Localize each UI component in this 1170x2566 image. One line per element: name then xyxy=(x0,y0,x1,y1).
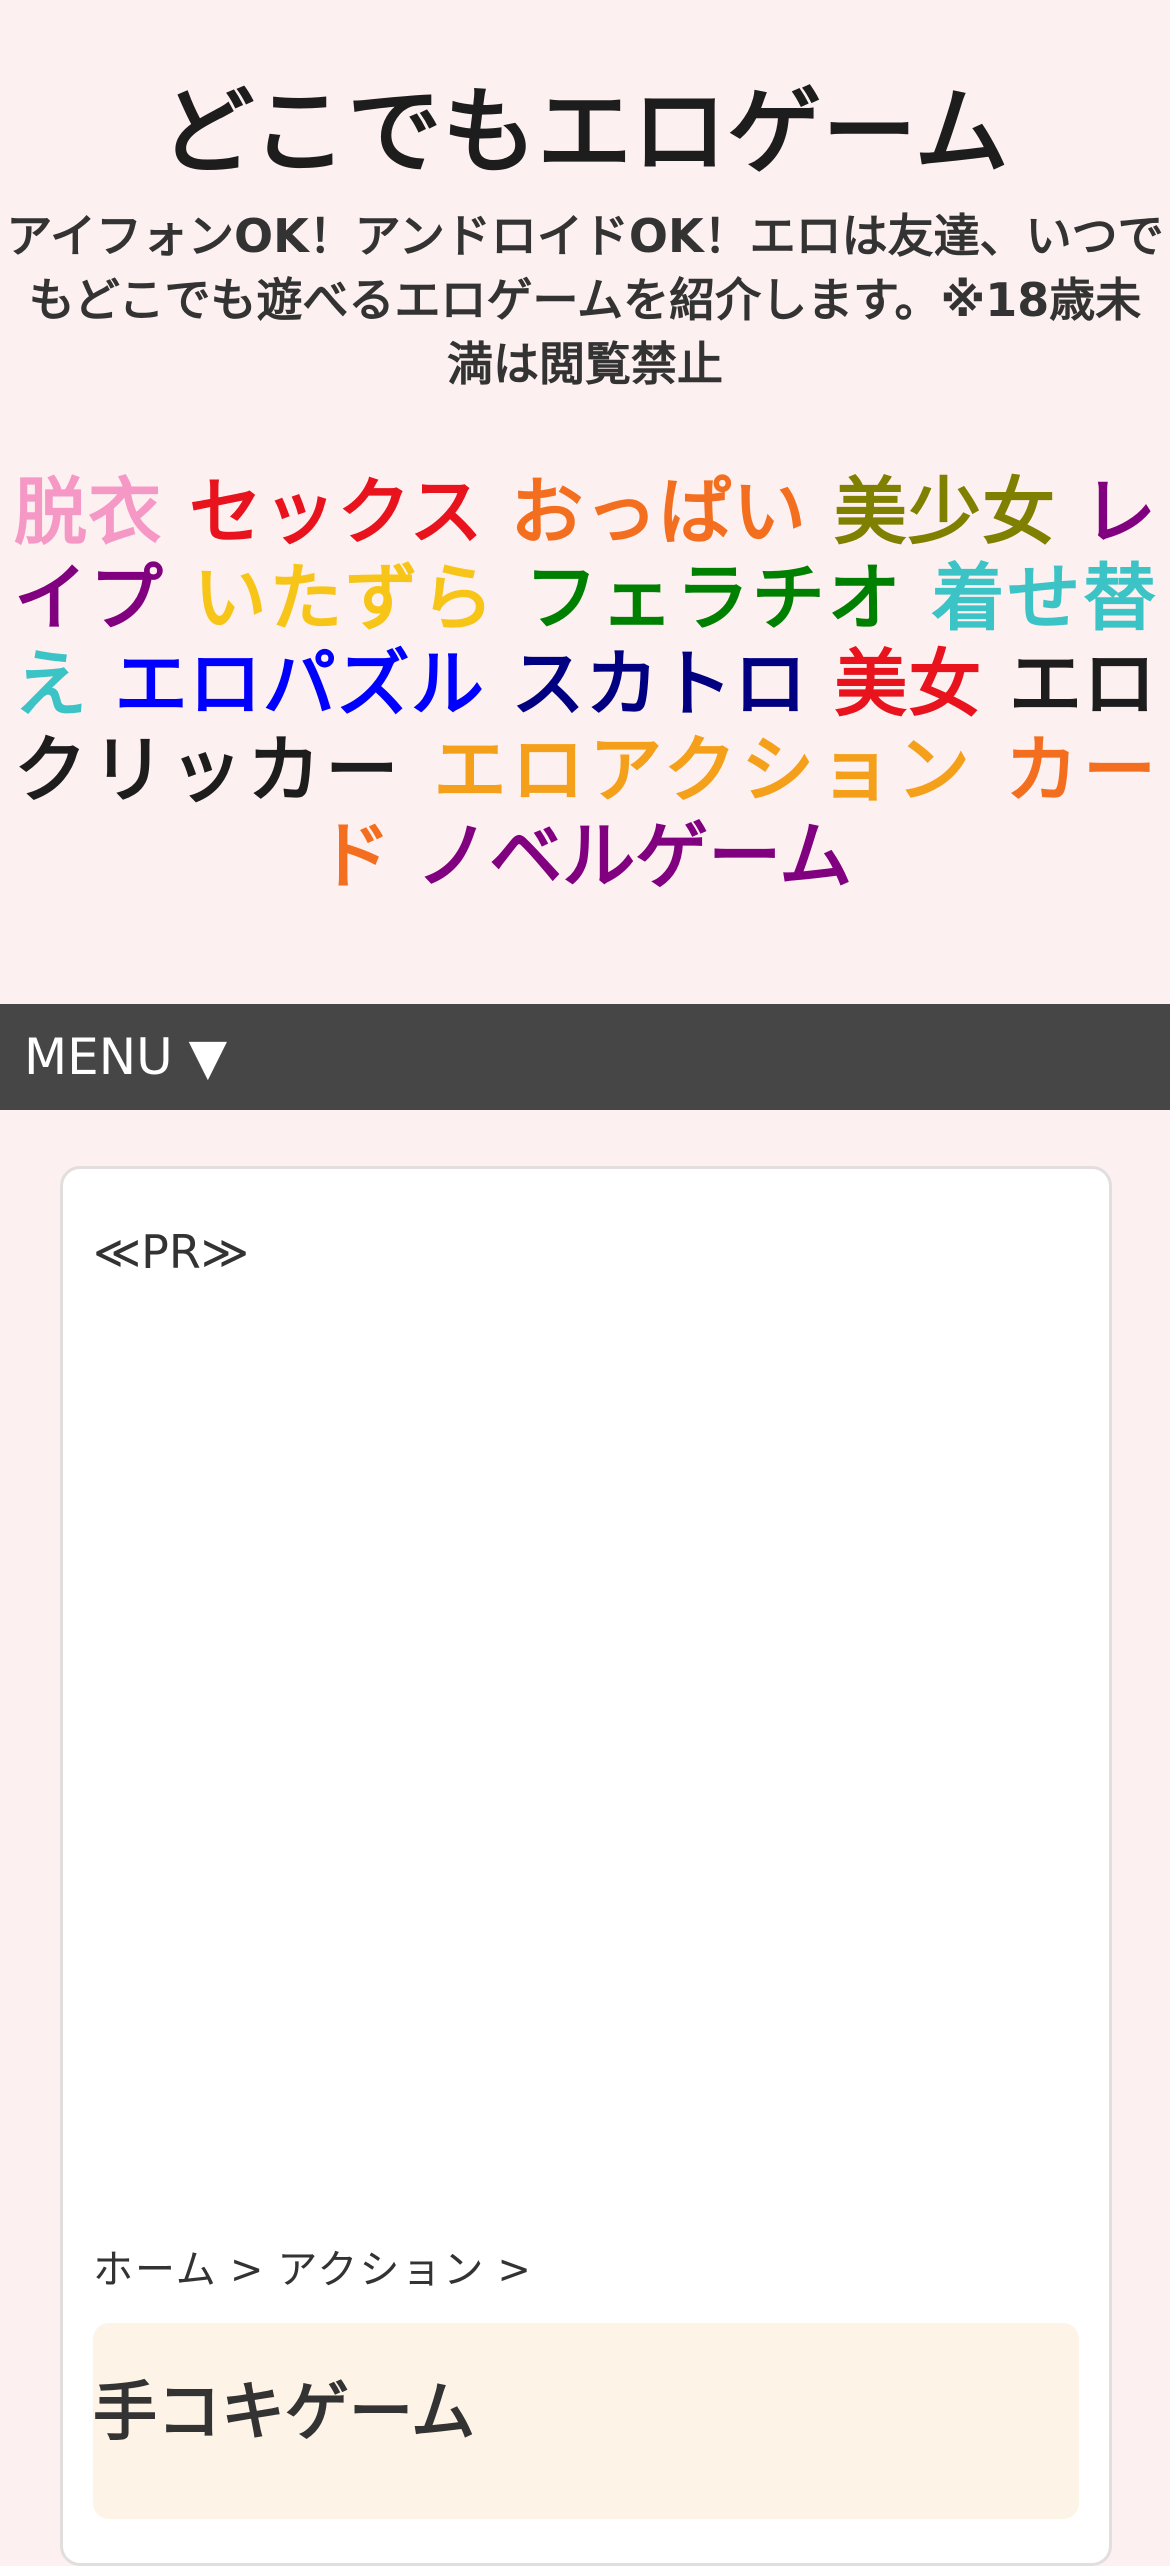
site-header: どこでもエロゲーム アイフォンOK！アンドロイドOK！エロは友達、いつでもどこで… xyxy=(0,0,1170,396)
pr-label: ≪PR≫ xyxy=(93,1225,250,1279)
tag-link[interactable]: フェラチオ xyxy=(525,556,904,641)
breadcrumb-separator: > xyxy=(497,2247,533,2293)
breadcrumb: ホーム > アクション > xyxy=(93,2237,545,2295)
tag-cloud: 脱衣 セックス おっぱい 美少女 レイプ いたずら フェラチオ 着せ替え エロパ… xyxy=(0,470,1170,900)
tag-link[interactable]: エロパズル xyxy=(115,642,485,727)
tag-link[interactable]: スカトロ xyxy=(511,642,807,727)
tag-link[interactable]: 脱衣 xyxy=(14,470,162,555)
ad-space xyxy=(93,1309,1079,2169)
tag-link[interactable]: ノベルゲーム xyxy=(416,814,852,899)
tag-link[interactable]: いたずら xyxy=(194,556,497,641)
tag-link[interactable]: セックス xyxy=(189,470,484,555)
site-title[interactable]: どこでもエロゲーム xyxy=(0,0,1170,188)
article-title: 手コキゲーム xyxy=(93,2376,476,2450)
article-header: 手コキゲーム xyxy=(93,2323,1079,2519)
tag-link[interactable]: 美少女 xyxy=(834,470,1057,555)
breadcrumb-home-link[interactable]: ホーム xyxy=(93,2247,218,2293)
site-description: アイフォンOK！アンドロイドOK！エロは友達、いつでもどこでも遊べるエロゲームを… xyxy=(6,209,1164,391)
content-card: ≪PR≫ ホーム > アクション > 手コキゲーム xyxy=(60,1166,1112,2566)
tag-link[interactable]: 美女 xyxy=(834,642,982,727)
breadcrumb-separator: > xyxy=(229,2247,266,2293)
tag-link[interactable]: おっぱい xyxy=(510,470,807,555)
tag-link[interactable]: エロアクション xyxy=(434,728,975,813)
breadcrumb-category-link[interactable]: アクション xyxy=(277,2247,485,2293)
menu-toggle-button[interactable]: MENU ▼ xyxy=(0,1004,1170,1110)
